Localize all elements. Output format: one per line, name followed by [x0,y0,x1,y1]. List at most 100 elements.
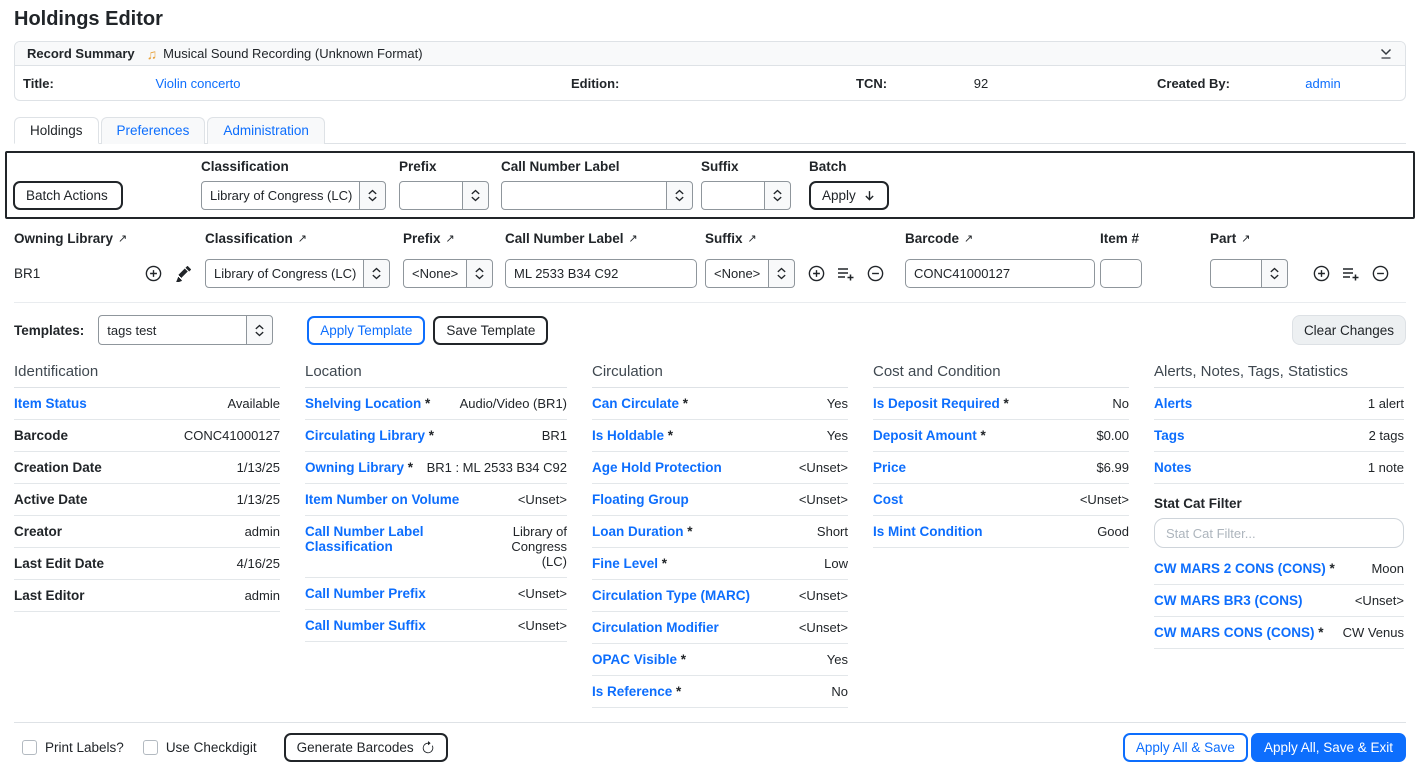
field-label-link[interactable]: Loan Duration * [592,524,693,539]
add-item-button[interactable] [808,265,825,282]
field-label-link[interactable]: Call Number Prefix [305,586,426,601]
add-many-items-button[interactable] [837,266,855,282]
chevron-expand-icon[interactable] [764,181,791,210]
field-row: Fine Level * Low [592,548,848,580]
field-label-link[interactable]: Notes [1154,460,1192,475]
required-asterisk: * [1326,561,1335,576]
template-select[interactable]: tags test [98,315,273,345]
field-label-link[interactable]: Call Number Label Classification [305,524,503,554]
collapse-summary-button[interactable] [1379,47,1393,60]
apply-template-button[interactable]: Apply Template [307,316,425,345]
add-many-parts-button[interactable] [1342,266,1360,282]
print-labels-checkbox[interactable] [22,740,37,755]
ne-arrow-icon[interactable]: ↗ [118,232,127,245]
ne-arrow-icon[interactable]: ↗ [446,232,455,245]
batch-call-number-select[interactable] [501,181,693,210]
field-label-link[interactable]: Fine Level * [592,556,667,571]
ne-arrow-icon[interactable]: ↗ [964,232,973,245]
field-value: <Unset> [434,586,567,601]
field-label-link[interactable]: Call Number Suffix [305,618,426,633]
field-label-link[interactable]: Price [873,460,906,475]
title-value-link[interactable]: Violin concerto [83,76,313,91]
call-number-input[interactable] [505,259,697,288]
batch-actions-button[interactable]: Batch Actions [13,181,123,210]
batch-suffix-select[interactable] [701,181,791,210]
field-label-link[interactable]: Shelving Location * [305,396,430,411]
field-label-link[interactable]: CW MARS BR3 (CONS) [1154,593,1303,608]
field-label-link[interactable]: Is Holdable * [592,428,673,443]
chevron-expand-icon[interactable] [768,259,795,288]
field-label-link[interactable]: Deposit Amount * [873,428,986,443]
barcode-input[interactable] [905,259,1095,288]
field-label-link[interactable]: Is Mint Condition [873,524,982,539]
field-label-link[interactable]: Circulation Type (MARC) [592,588,750,603]
field-label-link[interactable]: CW MARS CONS (CONS) * [1154,625,1324,640]
field-row: Circulating Library *BR1 [305,420,567,452]
chevron-expand-icon[interactable] [666,181,693,210]
field-value: 4/16/25 [112,556,280,571]
batch-classification-select[interactable]: Library of Congress (LC) [201,181,386,210]
chevron-expand-icon[interactable] [246,315,273,345]
field-label-link[interactable]: OPAC Visible * [592,652,686,667]
suffix-select[interactable]: <None> [705,259,795,288]
chevron-expand-icon[interactable] [363,259,390,288]
field-label-link[interactable]: Can Circulate * [592,396,688,411]
field-value: <Unset> [727,620,848,635]
field-value: Low [675,556,848,571]
batch-prefix-input[interactable] [399,181,463,210]
remove-item-button[interactable] [867,265,884,282]
use-checkdigit-checkbox-group[interactable]: Use Checkdigit [143,740,257,755]
field-row: CW MARS BR3 (CONS)<Unset> [1154,585,1404,617]
batch-call-number-input[interactable] [501,181,667,210]
save-template-button[interactable]: Save Template [433,316,548,345]
created-by-value-link[interactable]: admin [1249,76,1397,91]
edit-call-number-button[interactable] [175,266,191,282]
batch-apply-button[interactable]: Apply [809,181,889,210]
add-part-button[interactable] [1313,265,1330,282]
field-value: $0.00 [994,428,1129,443]
ne-arrow-icon[interactable]: ↗ [1241,232,1250,245]
field-label-link[interactable]: Floating Group [592,492,689,507]
field-label-link[interactable]: CW MARS 2 CONS (CONS) * [1154,561,1335,576]
ne-arrow-icon[interactable]: ↗ [629,232,638,245]
tab-holdings[interactable]: Holdings [14,117,99,144]
batch-suffix-input[interactable] [701,181,765,210]
chevron-expand-icon[interactable] [359,181,386,210]
field-label-link[interactable]: Age Hold Protection [592,460,722,475]
tab-administration[interactable]: Administration [207,117,325,144]
field-label-link[interactable]: Tags [1154,428,1185,443]
field-label-link[interactable]: Item Number on Volume [305,492,459,507]
minus-circle-icon [1372,265,1389,282]
stat-cat-filter-input[interactable] [1154,518,1404,548]
item-number-input[interactable] [1100,259,1142,288]
chevron-expand-icon[interactable] [1261,259,1288,288]
field-label-link[interactable]: Is Deposit Required * [873,396,1009,411]
classification-select[interactable]: Library of Congress (LC) [205,259,390,288]
prefix-select[interactable]: <None> [403,259,493,288]
field-label-link[interactable]: Owning Library * [305,460,413,475]
field-label-link[interactable]: Alerts [1154,396,1192,411]
tcn-value: 92 [901,76,1061,91]
field-label-link[interactable]: Item Status [14,396,87,411]
batch-prefix-select[interactable] [399,181,489,210]
chevron-expand-icon[interactable] [462,181,489,210]
remove-part-button[interactable] [1372,265,1389,282]
field-row: BarcodeCONC41000127 [14,420,280,452]
ne-arrow-icon[interactable]: ↗ [748,232,757,245]
field-label-link[interactable]: Circulation Modifier [592,620,719,635]
field-label-link[interactable]: Is Reference * [592,684,681,699]
apply-all-save-button[interactable]: Apply All & Save [1123,733,1248,762]
ne-arrow-icon[interactable]: ↗ [298,232,307,245]
part-select[interactable] [1210,259,1288,288]
clear-changes-button[interactable]: Clear Changes [1292,315,1406,345]
field-row: Owning Library *BR1 : ML 2533 B34 C92 [305,452,567,484]
field-label-link[interactable]: Cost [873,492,903,507]
chevron-expand-icon[interactable] [466,259,493,288]
apply-all-save-exit-button[interactable]: Apply All, Save & Exit [1251,733,1406,762]
use-checkdigit-checkbox[interactable] [143,740,158,755]
field-label-link[interactable]: Circulating Library * [305,428,434,443]
add-call-number-button[interactable] [145,265,162,282]
generate-barcodes-button[interactable]: Generate Barcodes [284,733,448,762]
tab-preferences[interactable]: Preferences [101,117,206,144]
print-labels-checkbox-group[interactable]: Print Labels? [22,740,124,755]
